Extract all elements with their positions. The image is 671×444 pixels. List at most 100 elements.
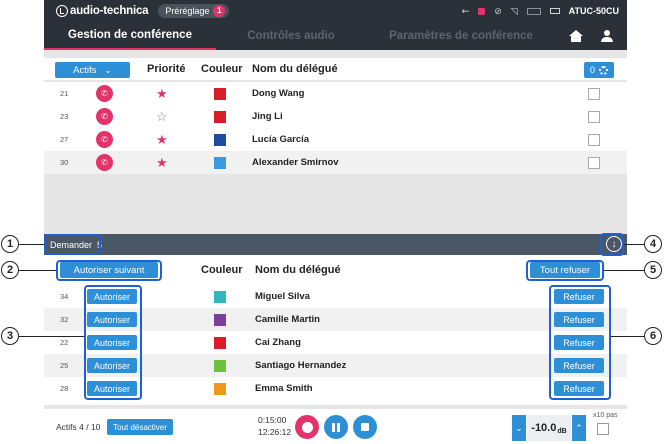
color-swatch xyxy=(214,156,226,169)
header-name: Nom du délégué xyxy=(255,264,341,276)
speaker-row: 21 ✆ ★ Dong Wang xyxy=(44,82,627,105)
settings-count-button[interactable]: 0 xyxy=(584,62,614,78)
row-checkbox[interactable] xyxy=(588,110,600,123)
delegate-name: Dong Wang xyxy=(252,88,305,99)
delegate-name: Lucía García xyxy=(252,134,310,145)
chevron-down-icon: ⌄ xyxy=(104,64,112,75)
filter-label: Actifs xyxy=(73,64,97,76)
callout-6: 6 xyxy=(644,327,662,345)
delegate-name: Camille Martin xyxy=(255,314,320,325)
row-checkbox[interactable] xyxy=(588,87,600,100)
color-swatch xyxy=(214,133,226,146)
record-button[interactable] xyxy=(295,415,319,439)
star-filled-icon[interactable]: ★ xyxy=(156,132,168,148)
tab-conference-settings[interactable]: Paramètres de conférence xyxy=(366,22,556,50)
preset-badge[interactable]: Préréglage 1 xyxy=(158,4,230,18)
header-name: Nom du délégué xyxy=(252,63,338,75)
color-swatch xyxy=(214,336,226,349)
home-icon[interactable] xyxy=(569,30,583,42)
x10-step-checkbox[interactable] xyxy=(597,423,609,435)
callout-4: 4 xyxy=(644,235,662,253)
callout-frame-1 xyxy=(44,234,101,255)
speakers-list: 21 ✆ ★ Dong Wang 23 ✆ ☆ Jing Li 27 ✆ ★ L… xyxy=(44,82,627,174)
star-filled-icon[interactable]: ★ xyxy=(156,86,168,102)
star-filled-icon[interactable]: ★ xyxy=(156,155,168,171)
logo-mark-icon xyxy=(56,5,68,17)
status-bar: audio-technica Préréglage 1 ⇜ ⊘ ◹ ATUC-5… xyxy=(44,0,627,22)
callout-1: 1 xyxy=(1,235,19,253)
microphone-icon[interactable]: ✆ xyxy=(96,131,113,148)
speaker-row: 30 ✆ ★ Alexander Smirnov xyxy=(44,151,627,174)
star-outline-icon[interactable]: ☆ xyxy=(156,109,168,125)
delegate-name: Santiago Hernandez xyxy=(255,360,347,371)
request-bar: Demander 5 ↓ xyxy=(44,234,627,255)
color-swatch xyxy=(214,359,226,372)
settings-count: 0 xyxy=(589,65,595,75)
callout-5: 5 xyxy=(644,261,662,279)
callout-frame-2 xyxy=(56,260,162,281)
seat-number: 22 xyxy=(60,338,69,347)
color-swatch xyxy=(214,382,226,395)
seat-number: 30 xyxy=(60,158,69,167)
speakers-header: Actifs ⌄ Priorité Couleur Nom du délégué… xyxy=(44,58,627,80)
volume-up-button[interactable]: ⌃ xyxy=(572,415,586,441)
active-speakers-panel: Actifs ⌄ Priorité Couleur Nom du délégué… xyxy=(44,50,627,234)
all-off-button[interactable]: Tout désactiver xyxy=(107,419,173,435)
seat-number: 23 xyxy=(60,112,69,121)
brand-logo: audio-technica xyxy=(56,5,149,17)
pause-button[interactable] xyxy=(324,415,348,439)
volume-down-button[interactable]: ⌄ xyxy=(512,415,526,441)
filter-select[interactable]: Actifs ⌄ xyxy=(55,62,130,78)
battery-icon xyxy=(549,8,560,14)
microphone-icon[interactable]: ✆ xyxy=(96,108,113,125)
speaker-row: 23 ✆ ☆ Jing Li xyxy=(44,105,627,128)
seat-number: 34 xyxy=(60,292,69,301)
logo-text: audio-technica xyxy=(70,5,149,17)
microphone-icon[interactable]: ✆ xyxy=(96,85,113,102)
callout-frame-3 xyxy=(84,285,142,400)
color-swatch xyxy=(214,313,226,326)
time-display: 0:15:00 12:26:12 xyxy=(258,414,291,438)
clock-time: 12:26:12 xyxy=(258,427,292,437)
row-checkbox[interactable] xyxy=(588,133,600,146)
color-swatch xyxy=(214,290,226,303)
seat-number: 27 xyxy=(60,135,69,144)
volume-display: -10.0 dB xyxy=(527,415,571,441)
chevron-down-icon: ⌄ xyxy=(515,422,523,433)
x10-step-label: x10 pas xyxy=(593,412,618,419)
header-priority: Priorité xyxy=(147,63,186,75)
microphone-icon[interactable]: ✆ xyxy=(96,154,113,171)
chevron-up-icon: ⌃ xyxy=(575,422,583,433)
tab-audio-controls[interactable]: Contrôles audio xyxy=(216,22,366,50)
delegate-name: Emma Smith xyxy=(255,383,313,394)
delegate-name: Cai Zhang xyxy=(255,337,301,348)
lock-icon: ⊘ xyxy=(494,5,502,16)
volume-value: -10.0 xyxy=(531,422,557,434)
color-swatch xyxy=(214,87,226,100)
signal-level-icon xyxy=(526,7,541,15)
delegate-name: Alexander Smirnov xyxy=(252,157,339,168)
seat-number: 21 xyxy=(60,89,69,98)
callout-2: 2 xyxy=(1,261,19,279)
status-icons: ⇜ ⊘ ◹ ATUC-50CU xyxy=(462,6,619,17)
callout-3: 3 xyxy=(1,327,19,345)
preset-label: Préréglage xyxy=(165,6,210,16)
gear-icon xyxy=(599,65,608,75)
user-icon[interactable] xyxy=(601,30,613,42)
active-count: Actifs 4 / 10 xyxy=(56,422,101,432)
signal-icon: ◹ xyxy=(510,5,518,16)
record-indicator-icon xyxy=(478,7,486,15)
row-checkbox[interactable] xyxy=(588,156,600,169)
volume-unit: dB xyxy=(557,427,567,435)
delegate-name: Jing Li xyxy=(252,111,283,122)
tab-conference-management[interactable]: Gestion de conférence xyxy=(44,22,216,50)
seat-number: 28 xyxy=(60,384,69,393)
callout-frame-6 xyxy=(549,285,611,400)
usb-icon: ⇜ xyxy=(461,5,470,16)
device-name: ATUC-50CU xyxy=(568,6,619,16)
stop-icon xyxy=(361,423,369,431)
callout-frame-5 xyxy=(526,260,604,281)
preset-count: 1 xyxy=(213,5,226,17)
delegate-name: Miguel Silva xyxy=(255,291,310,302)
stop-button[interactable] xyxy=(353,415,377,439)
